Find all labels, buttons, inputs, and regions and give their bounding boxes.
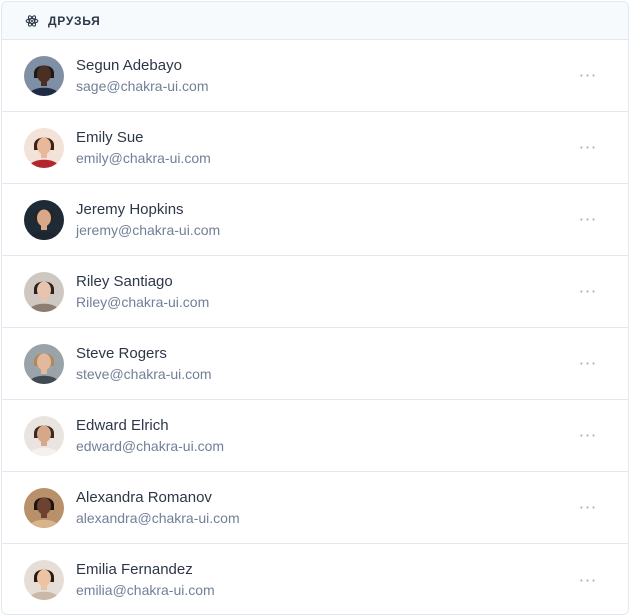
friend-row[interactable]: Steve Rogers steve@chakra-ui.com ··· (2, 328, 628, 400)
friend-email: emilia@chakra-ui.com (76, 582, 215, 598)
friend-info: Edward Elrich edward@chakra-ui.com (76, 416, 574, 456)
friend-info: Emily Sue emily@chakra-ui.com (76, 128, 574, 168)
friend-name: Jeremy Hopkins (76, 200, 184, 218)
more-options-button[interactable]: ··· (574, 134, 602, 162)
more-horizontal-icon: ··· (578, 354, 598, 373)
avatar[interactable] (24, 199, 64, 240)
more-options-button[interactable]: ··· (574, 62, 602, 90)
friend-email: emily@chakra-ui.com (76, 149, 211, 166)
friend-email: jeremy@chakra-ui.com (76, 221, 221, 238)
avatar[interactable] (24, 127, 64, 168)
friend-email: alexandra@chakra-ui.com (76, 509, 240, 526)
friend-info: Segun Adebayo sage@chakra-ui.com (76, 56, 574, 96)
friend-name: Emily Sue (76, 128, 144, 146)
friend-email: edward@chakra-ui.com (76, 437, 225, 454)
card-title: ДРУЗЬЯ (48, 13, 101, 28)
more-horizontal-icon: ··· (578, 66, 598, 85)
friend-info: Alexandra Romanov alexandra@chakra-ui.co… (76, 488, 574, 528)
friend-name: Edward Elrich (76, 416, 169, 434)
more-options-button[interactable]: ··· (574, 278, 602, 306)
more-horizontal-icon: ··· (578, 138, 598, 157)
avatar[interactable] (24, 271, 64, 312)
more-options-button[interactable]: ··· (574, 494, 602, 522)
friend-email: steve@chakra-ui.com (76, 365, 212, 382)
friend-info: Emilia Fernandez emilia@chakra-ui.com (76, 560, 574, 600)
friend-info: Steve Rogers steve@chakra-ui.com (76, 344, 574, 384)
friend-name: Riley Santiago (76, 272, 173, 290)
avatar[interactable] (24, 343, 64, 384)
friend-info: Riley Santiago Riley@chakra-ui.com (76, 272, 574, 312)
avatar[interactable] (24, 487, 64, 528)
friend-email: Riley@chakra-ui.com (76, 293, 210, 310)
friend-name: Segun Adebayo (76, 56, 182, 74)
friend-info: Jeremy Hopkins jeremy@chakra-ui.com (76, 200, 574, 240)
friend-name: Emilia Fernandez (76, 561, 193, 578)
friends-card: ДРУЗЬЯ Segun Adebayo sage@chakra-ui.com … (1, 1, 629, 615)
friend-row[interactable]: Edward Elrich edward@chakra-ui.com ··· (2, 400, 628, 472)
friend-name: Alexandra Romanov (76, 488, 212, 506)
avatar[interactable] (24, 55, 64, 96)
avatar[interactable] (24, 415, 64, 456)
more-horizontal-icon: ··· (578, 282, 598, 301)
more-options-button[interactable]: ··· (574, 422, 602, 450)
friend-row[interactable]: Emily Sue emily@chakra-ui.com ··· (2, 112, 628, 184)
more-horizontal-icon: ··· (578, 498, 598, 517)
more-options-button[interactable]: ··· (574, 350, 602, 378)
more-options-button[interactable]: ··· (574, 206, 602, 234)
card-header: ДРУЗЬЯ (2, 2, 628, 40)
avatar[interactable] (24, 560, 64, 600)
react-atom-icon (25, 14, 39, 28)
friend-name: Steve Rogers (76, 344, 167, 362)
friend-row[interactable]: Emilia Fernandez emilia@chakra-ui.com ··… (2, 544, 628, 614)
friend-row[interactable]: Riley Santiago Riley@chakra-ui.com ··· (2, 256, 628, 328)
more-options-button[interactable]: ··· (574, 566, 602, 594)
more-horizontal-icon: ··· (578, 210, 598, 229)
more-horizontal-icon: ··· (578, 570, 598, 590)
friend-list: Segun Adebayo sage@chakra-ui.com ··· Emi… (2, 40, 628, 614)
friend-row[interactable]: Jeremy Hopkins jeremy@chakra-ui.com ··· (2, 184, 628, 256)
friend-row[interactable]: Segun Adebayo sage@chakra-ui.com ··· (2, 40, 628, 112)
friend-email: sage@chakra-ui.com (76, 77, 209, 94)
more-horizontal-icon: ··· (578, 426, 598, 445)
friend-row[interactable]: Alexandra Romanov alexandra@chakra-ui.co… (2, 472, 628, 544)
